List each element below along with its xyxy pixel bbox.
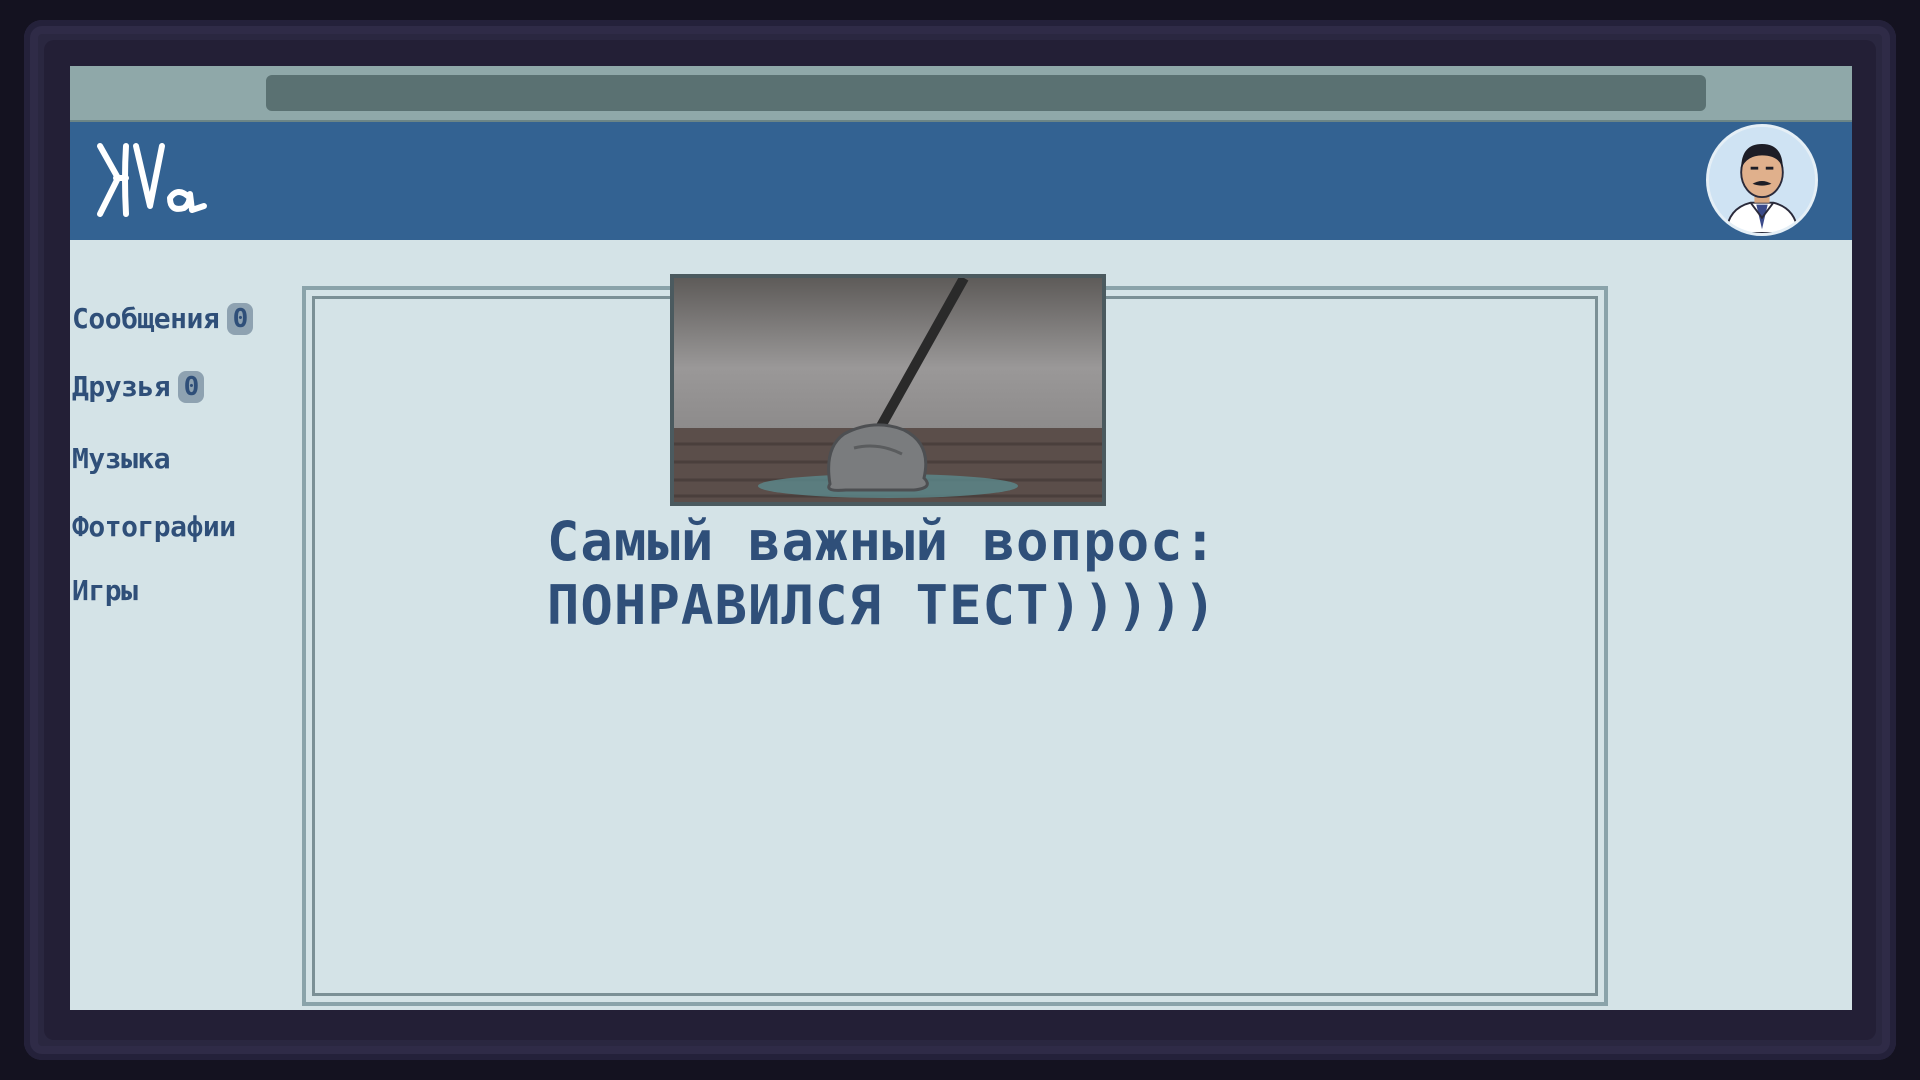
mop-image	[670, 274, 1106, 506]
sidebar-item-label: Фотографии	[72, 510, 236, 543]
sidebar-item-label: Музыка	[72, 442, 171, 475]
sidebar-item-friends[interactable]: Друзья 0	[72, 370, 205, 403]
man-portrait-icon	[1709, 127, 1815, 233]
address-bar[interactable]	[266, 75, 1706, 111]
messages-count-badge: 0	[227, 302, 254, 335]
mop-icon	[674, 278, 1102, 502]
sidebar-item-label: Сообщения	[72, 302, 220, 335]
sidebar-item-photos[interactable]: Фотографии	[72, 510, 236, 543]
friends-count-badge: 0	[178, 370, 205, 403]
user-avatar[interactable]	[1706, 124, 1818, 236]
sidebar-item-label: Игры	[72, 574, 138, 607]
site-logo[interactable]	[92, 136, 212, 226]
sidebar-item-messages[interactable]: Сообщения 0	[72, 302, 254, 335]
site-header	[70, 122, 1852, 240]
post-text: Самый важный вопрос: ПОНРАВИЛСЯ ТЕСТ))))…	[532, 510, 1232, 638]
post-subtitle: ПОНРАВИЛСЯ ТЕСТ)))))	[546, 574, 1218, 637]
sidebar-item-label: Друзья	[72, 370, 171, 403]
browser-toolbar	[70, 66, 1852, 122]
post-title: Самый важный вопрос:	[546, 510, 1218, 573]
sidebar-item-games[interactable]: Игры	[72, 574, 138, 607]
sidebar-item-music[interactable]: Музыка	[72, 442, 171, 475]
